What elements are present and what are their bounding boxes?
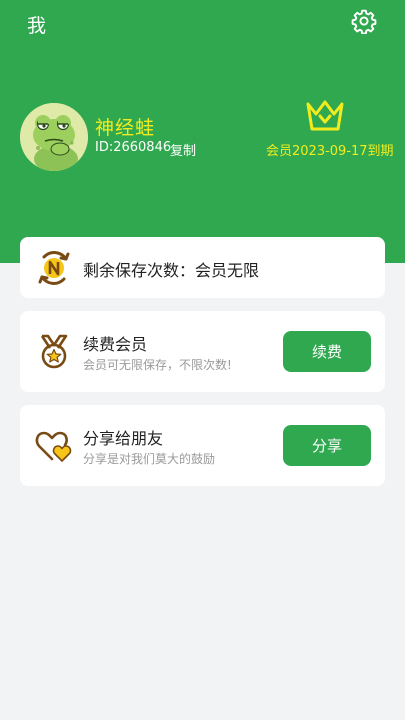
page-title: 我: [27, 15, 47, 37]
crown-icon: [306, 100, 344, 131]
medal-icon: [40, 334, 68, 369]
gear-icon[interactable]: [351, 8, 377, 34]
remaining-saves-text: 剩余保存次数：会员无限: [83, 261, 260, 280]
share-button[interactable]: 分享: [283, 425, 371, 466]
copy-id-link[interactable]: 复制: [170, 140, 196, 159]
username: 神经蛙: [95, 117, 156, 139]
renew-button[interactable]: 续费: [283, 331, 371, 372]
renew-subtitle: 会员可无限保存，不限次数!: [83, 358, 232, 372]
share-title: 分享给朋友: [83, 429, 164, 448]
hearts-icon: [35, 431, 72, 462]
remaining-saves-card: 剩余保存次数：会员无限: [20, 237, 385, 298]
n-coin-icon: [38, 251, 70, 285]
renew-title: 续费会员: [83, 335, 148, 354]
share-subtitle: 分享是对我们莫大的鼓励: [83, 452, 216, 466]
avatar[interactable]: [20, 103, 88, 171]
share-card: 分享给朋友 分享是对我们莫大的鼓励 分享: [20, 405, 385, 486]
renew-card: 续费会员 会员可无限保存，不限次数! 续费: [20, 311, 385, 392]
vip-expiry-text: 会员2023-09-17到期: [266, 144, 394, 159]
user-id: ID:2660846: [95, 140, 172, 155]
